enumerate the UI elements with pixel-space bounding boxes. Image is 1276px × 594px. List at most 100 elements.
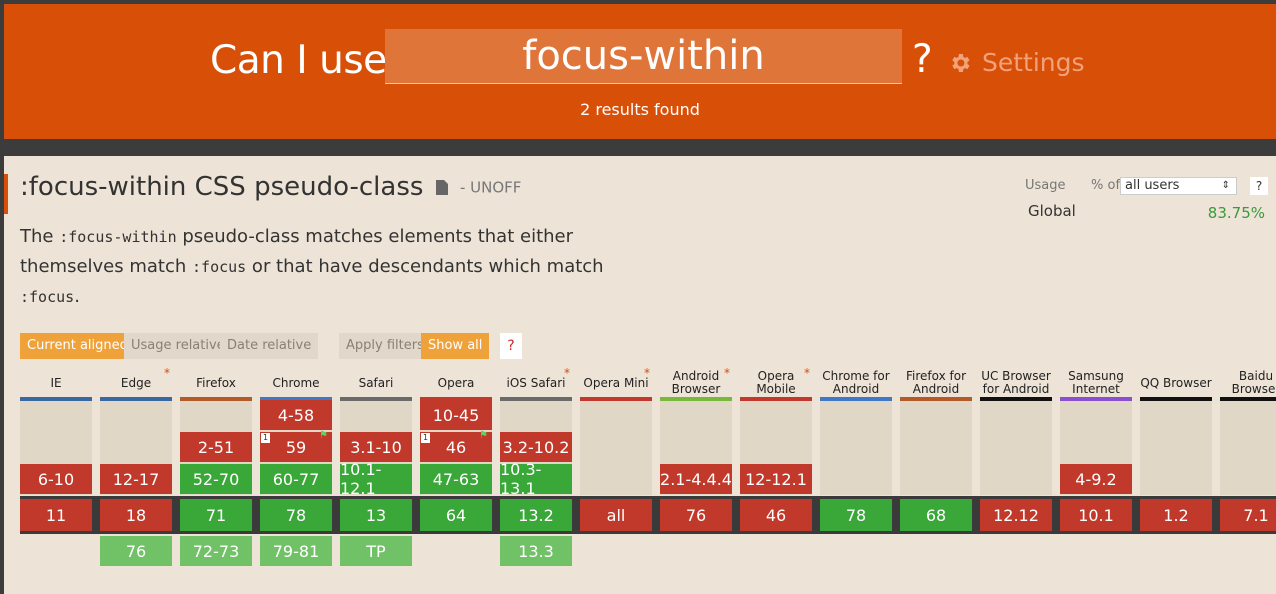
- version-cell[interactable]: 10.1-12.1: [340, 460, 412, 498]
- current-version-cell[interactable]: 64: [420, 499, 492, 531]
- version-label: 2.1-4.4.4: [660, 469, 732, 489]
- note-badge: 1: [421, 433, 430, 443]
- current-version-cell[interactable]: 10.1: [1060, 499, 1132, 531]
- version-label: 4-9.2: [1075, 469, 1117, 489]
- settings-button[interactable]: Settings: [948, 48, 1085, 77]
- current-version-cell[interactable]: 7.1: [1220, 499, 1276, 531]
- usage-help-button[interactable]: ?: [1250, 177, 1268, 195]
- show-all-button[interactable]: Show all: [421, 333, 490, 359]
- version-cell[interactable]: 2.1-4.4.4: [660, 464, 732, 494]
- current-version-cell[interactable]: 71: [180, 499, 252, 531]
- version-label: 11: [45, 505, 67, 525]
- version-label: 10.1: [1078, 505, 1114, 525]
- version-cell[interactable]: 10-45: [420, 400, 492, 430]
- version-cell[interactable]: 4-9.2: [1060, 464, 1132, 494]
- usage-percent: 83.75%: [1207, 204, 1265, 222]
- current-aligned-button[interactable]: Current aligned: [20, 333, 135, 359]
- browser-header-firefox: Firefox: [180, 365, 252, 401]
- browser-header-firefox-for-android: Firefox for Android: [900, 365, 972, 401]
- version-label: 7.1: [1243, 505, 1269, 525]
- future-version-cell[interactable]: 76: [100, 536, 172, 566]
- version-cell[interactable]: 47-63: [420, 464, 492, 494]
- version-cell[interactable]: 4-58: [260, 400, 332, 430]
- feature-status: - UNOFF: [459, 178, 522, 197]
- version-label: 10.1-12.1: [340, 460, 382, 498]
- browser-header-uc-browser-for-android: UC Browser for Android: [980, 365, 1052, 401]
- usage-scope-select[interactable]: all users ⇕: [1120, 177, 1237, 195]
- version-cell[interactable]: 46 1 ⚑: [420, 431, 492, 462]
- document-icon[interactable]: [435, 180, 448, 195]
- version-cell[interactable]: 2-51: [180, 432, 252, 462]
- future-version-cell[interactable]: 72-73: [180, 536, 252, 566]
- apply-filters-button[interactable]: Apply filters: [339, 333, 431, 359]
- version-label: 3.2-10.2: [502, 437, 570, 457]
- version-label: 6-10: [37, 469, 75, 489]
- browser-header-baidu-browser: Baidu Browser: [1220, 365, 1276, 401]
- feature-title-text[interactable]: :focus-within CSS pseudo-class: [20, 172, 423, 202]
- history-panel: [1220, 401, 1276, 495]
- select-arrows-icon: ⇕: [1221, 180, 1230, 191]
- current-version-cell[interactable]: 13.2: [500, 499, 572, 531]
- current-version-cell[interactable]: 11: [20, 499, 92, 531]
- browser-name: Firefox: [196, 375, 236, 390]
- version-label: 76: [125, 541, 147, 561]
- future-version-cell[interactable]: 79-81: [260, 536, 332, 566]
- search-input[interactable]: [385, 29, 902, 84]
- version-label: 79-81: [272, 541, 320, 561]
- browser-name: Chrome for Android: [822, 369, 890, 396]
- version-cell[interactable]: 52-70: [180, 464, 252, 494]
- version-label: 59: [285, 437, 307, 457]
- future-version-cell[interactable]: 13.3: [500, 536, 572, 566]
- current-version-cell[interactable]: 46: [740, 499, 812, 531]
- browser-header-opera-mobile: Opera Mobile *: [740, 365, 812, 401]
- site-header: Can I use ? Settings 2 results found: [4, 4, 1276, 139]
- browser-name: Opera Mobile: [756, 369, 796, 396]
- version-cell[interactable]: 12-12.1: [740, 464, 812, 494]
- version-cell[interactable]: 60-77: [260, 464, 332, 494]
- browser-header-safari: Safari: [340, 365, 412, 401]
- browser-name: Opera Mini: [583, 375, 649, 390]
- feature-title: :focus-within CSS pseudo-class - UNOFF: [20, 172, 521, 202]
- asterisk-icon: *: [164, 366, 170, 380]
- version-label: 2-51: [197, 437, 235, 457]
- current-version-cell[interactable]: all: [580, 499, 652, 531]
- browser-name: Samsung Internet: [1068, 369, 1124, 396]
- help-button[interactable]: ?: [912, 37, 933, 82]
- current-version-cell[interactable]: 1.2: [1140, 499, 1212, 531]
- asterisk-icon: *: [644, 366, 650, 380]
- version-label: 71: [205, 505, 227, 525]
- history-panel: [980, 401, 1052, 495]
- browser-header-opera: Opera: [420, 365, 492, 401]
- current-version-cell[interactable]: 13: [340, 499, 412, 531]
- version-label: 78: [285, 505, 307, 525]
- current-version-cell[interactable]: 78: [820, 499, 892, 531]
- history-panel: [900, 401, 972, 495]
- filters-help-button[interactable]: ?: [500, 333, 522, 359]
- version-cell[interactable]: 3.2-10.2: [500, 432, 572, 462]
- version-label: 52-70: [192, 469, 240, 489]
- date-relative-button[interactable]: Date relative: [220, 333, 319, 359]
- browser-name: UC Browser for Android: [981, 369, 1051, 396]
- version-label: 10.3-13.1: [500, 460, 542, 498]
- version-label: 76: [685, 505, 707, 525]
- version-cell[interactable]: 6-10: [20, 464, 92, 494]
- future-version-cell[interactable]: TP: [340, 536, 412, 566]
- version-label: 13.2: [518, 505, 554, 525]
- version-cell[interactable]: 10.3-13.1: [500, 460, 572, 498]
- asterisk-icon: *: [724, 366, 730, 380]
- browser-name: Android Browser: [671, 369, 721, 396]
- version-label: 72-73: [192, 541, 240, 561]
- browser-header-samsung-internet: Samsung Internet: [1060, 365, 1132, 401]
- current-version-cell[interactable]: 78: [260, 499, 332, 531]
- brand-title[interactable]: Can I use: [210, 38, 387, 83]
- version-cell[interactable]: 12-17: [100, 464, 172, 494]
- usage-relative-button[interactable]: Usage relative: [124, 333, 232, 359]
- version-cell[interactable]: 3.1-10: [340, 432, 412, 462]
- current-version-cell[interactable]: 76: [660, 499, 732, 531]
- current-version-cell[interactable]: 12.12: [980, 499, 1052, 531]
- current-version-cell[interactable]: 18: [100, 499, 172, 531]
- version-cell[interactable]: 59 1 ⚑: [260, 430, 332, 462]
- version-label: 46: [765, 505, 787, 525]
- flag-icon: ⚑: [319, 430, 328, 441]
- current-version-cell[interactable]: 68: [900, 499, 972, 531]
